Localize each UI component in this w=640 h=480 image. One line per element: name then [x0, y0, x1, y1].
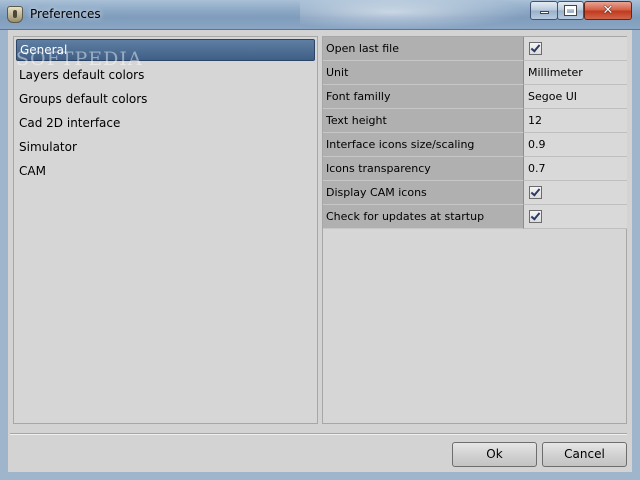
property-row-text-height: Text height 12	[323, 109, 627, 133]
checkmark-icon	[530, 186, 541, 197]
text-height-field[interactable]: 12	[524, 109, 627, 133]
property-value[interactable]	[524, 37, 627, 61]
category-list[interactable]: General Layers default colors Groups def…	[13, 36, 318, 424]
category-item-groups-default-colors[interactable]: Groups default colors	[16, 88, 315, 110]
category-item-general[interactable]: General	[16, 39, 315, 61]
property-row-icons-size: Interface icons size/scaling 0.9	[323, 133, 627, 157]
maximize-icon	[564, 5, 577, 16]
property-row-unit: Unit Millimeter	[323, 61, 627, 85]
checkmark-icon	[530, 210, 541, 221]
open-last-file-checkbox[interactable]	[529, 42, 542, 55]
check-updates-checkbox[interactable]	[529, 210, 542, 223]
property-label: Icons transparency	[323, 157, 524, 181]
font-family-field[interactable]: Segoe UI	[524, 85, 627, 109]
property-grid: Open last file Unit Millimeter Font fami…	[322, 36, 627, 424]
property-label: Interface icons size/scaling	[323, 133, 524, 157]
maximize-button[interactable]	[557, 1, 584, 20]
category-item-cad-2d-interface[interactable]: Cad 2D interface	[16, 112, 315, 134]
category-item-layers-default-colors[interactable]: Layers default colors	[16, 64, 315, 86]
checkmark-icon	[530, 42, 541, 53]
property-label: Font familly	[323, 85, 524, 109]
icons-size-field[interactable]: 0.9	[524, 133, 627, 157]
title-bar[interactable]: Preferences ✕	[0, 0, 640, 30]
ok-button[interactable]: Ok	[452, 442, 537, 467]
property-row-check-updates: Check for updates at startup	[323, 205, 627, 229]
category-label: Layers default colors	[19, 68, 145, 82]
category-label: Groups default colors	[19, 92, 148, 106]
divider	[10, 433, 627, 435]
cancel-button[interactable]: Cancel	[542, 442, 627, 467]
property-row-icons-transparency: Icons transparency 0.7	[323, 157, 627, 181]
property-row-display-cam-icons: Display CAM icons	[323, 181, 627, 205]
window-title: Preferences	[30, 7, 101, 21]
icons-transparency-field[interactable]: 0.7	[524, 157, 627, 181]
category-label: Cad 2D interface	[19, 116, 121, 130]
property-row-font-family: Font familly Segoe UI	[323, 85, 627, 109]
app-icon[interactable]	[7, 6, 23, 23]
property-value[interactable]	[524, 205, 627, 229]
title-bar-sheen	[300, 0, 530, 30]
property-label: Display CAM icons	[323, 181, 524, 205]
property-row-open-last-file: Open last file	[323, 37, 627, 61]
property-label: Check for updates at startup	[323, 205, 524, 229]
property-label: Open last file	[323, 37, 524, 61]
unit-field[interactable]: Millimeter	[524, 61, 627, 85]
property-value[interactable]	[524, 181, 627, 205]
category-label: General	[20, 43, 68, 57]
display-cam-icons-checkbox[interactable]	[529, 186, 542, 199]
close-icon: ✕	[602, 3, 614, 18]
category-label: Simulator	[19, 140, 77, 154]
category-item-cam[interactable]: CAM	[16, 160, 315, 182]
close-button[interactable]: ✕	[584, 1, 632, 20]
property-label: Text height	[323, 109, 524, 133]
minimize-icon	[539, 11, 549, 14]
category-label: CAM	[19, 164, 46, 178]
property-label: Unit	[323, 61, 524, 85]
category-item-simulator[interactable]: Simulator	[16, 136, 315, 158]
minimize-button[interactable]	[530, 1, 558, 20]
